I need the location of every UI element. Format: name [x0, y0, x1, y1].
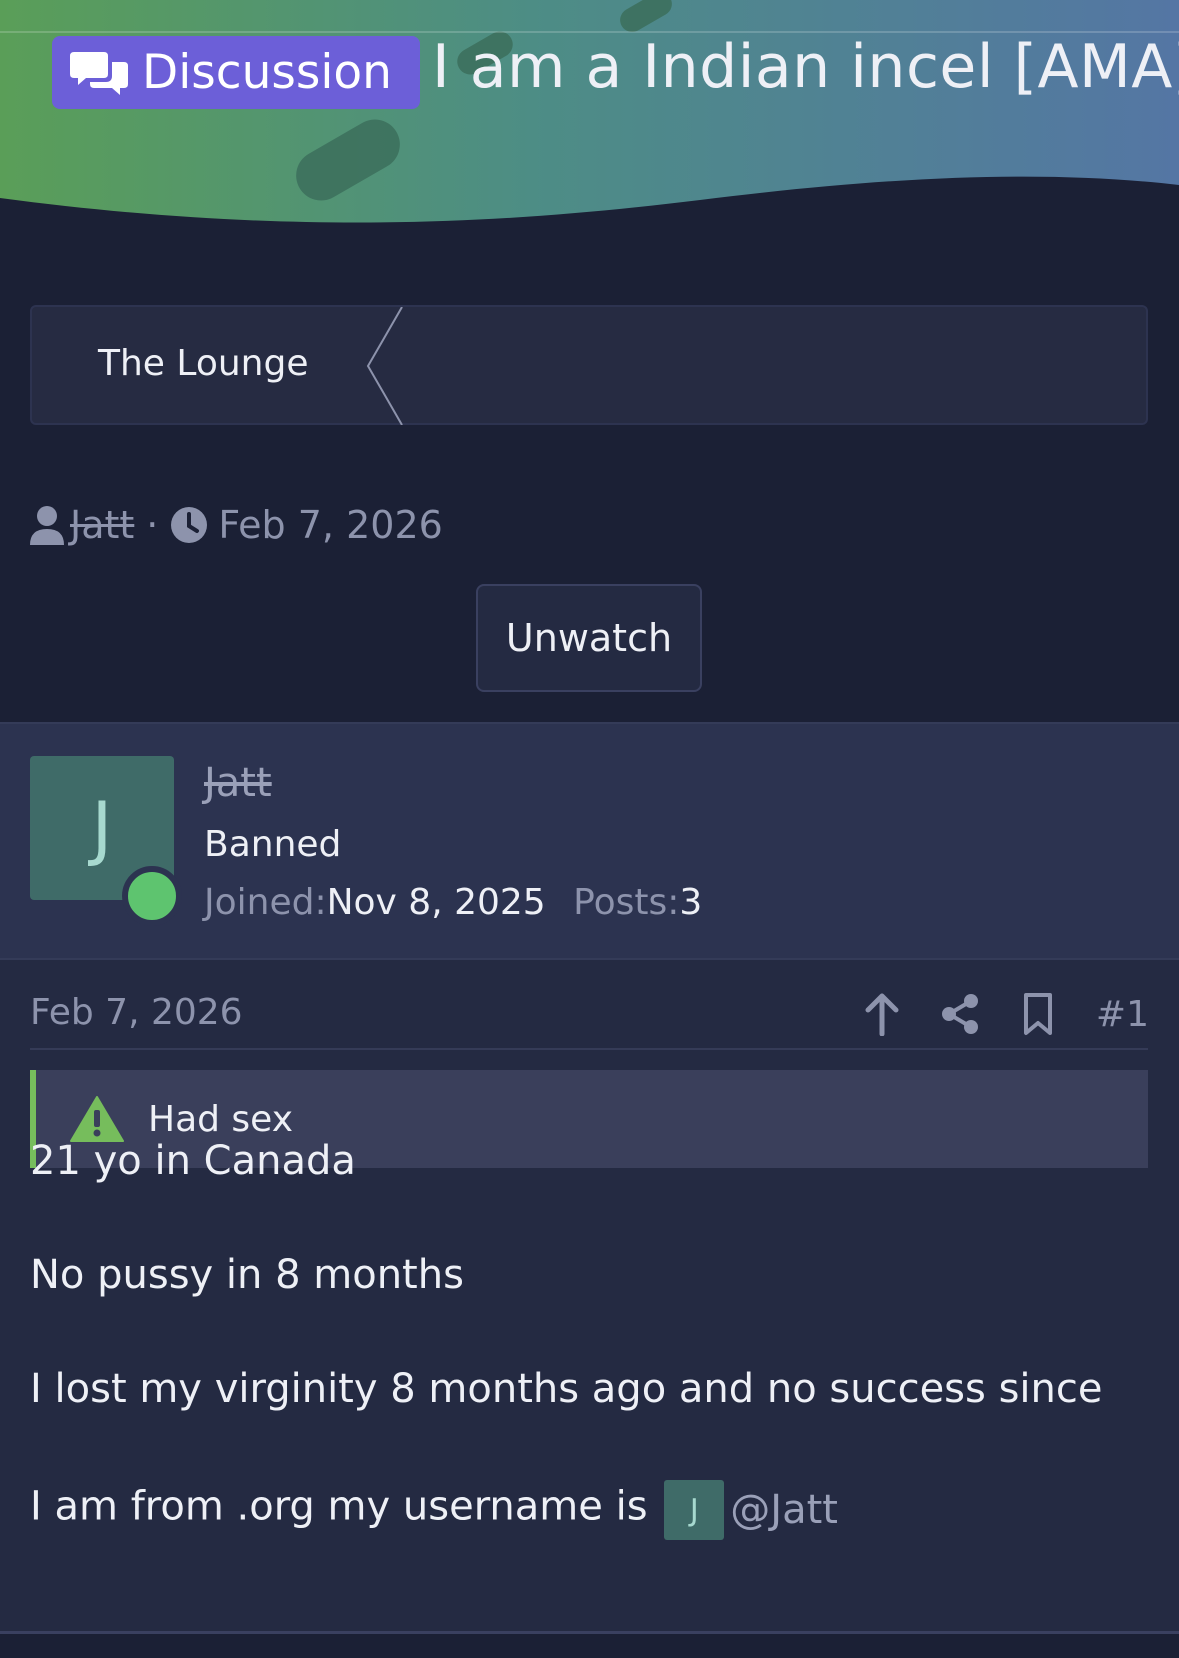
- thread-title: I am a Indian incel [AMA]: [432, 32, 1179, 102]
- posts-label: Posts:: [573, 882, 680, 923]
- post-username[interactable]: Jatt: [204, 760, 272, 806]
- warning-icon: [70, 1096, 124, 1142]
- post-paragraph: No pussy in 8 months: [30, 1252, 464, 1298]
- post-date[interactable]: Feb 7, 2026: [30, 992, 243, 1033]
- joined-label: Joined:: [204, 882, 327, 923]
- post-actions: #1: [862, 992, 1149, 1036]
- user-title: Banned: [204, 824, 342, 865]
- unwatch-button[interactable]: Unwatch: [476, 584, 702, 692]
- post-paragraph: 21 yo in Canada: [30, 1138, 356, 1184]
- user-mention-link[interactable]: J @Jatt: [660, 1480, 838, 1540]
- post-paragraph-last: I am from .org my username is J @Jatt: [30, 1480, 838, 1540]
- online-status-indicator: [122, 866, 182, 926]
- thread-prefix-label: Discussion: [142, 45, 392, 100]
- post-paragraph: I lost my virginity 8 months ago and no …: [30, 1366, 1103, 1412]
- comments-icon: [70, 51, 128, 95]
- post-bottom-border: [0, 1631, 1179, 1634]
- post-body: Feb 7, 2026 #1 Had sex 21 yo in Canada N…: [0, 960, 1179, 1634]
- thread-author-link[interactable]: Jatt: [70, 503, 134, 547]
- clock-icon: [171, 507, 208, 543]
- breadcrumb-item-the-lounge[interactable]: The Lounge: [98, 343, 308, 384]
- avatar-letter: J: [91, 787, 113, 869]
- upvote-icon[interactable]: [862, 992, 902, 1036]
- posts-value[interactable]: 3: [679, 882, 702, 923]
- mention-username: @Jatt: [730, 1487, 838, 1533]
- thread-prefix-badge[interactable]: Discussion: [52, 36, 420, 109]
- share-icon[interactable]: [940, 992, 980, 1036]
- user-icon: [30, 506, 64, 545]
- bookmark-icon[interactable]: [1018, 992, 1058, 1036]
- thread-meta: Jatt · Feb 7, 2026: [30, 503, 443, 547]
- user-stats: Joined:Nov 8, 2025 Posts:3: [204, 882, 718, 923]
- chevron-separator-icon: [366, 307, 403, 425]
- mention-avatar: J: [664, 1480, 725, 1540]
- post-paragraph-text: I am from .org my username is: [30, 1483, 648, 1530]
- post-user-info: J Jatt Banned Joined:Nov 8, 2025 Posts:3: [0, 722, 1179, 960]
- prefix-notice-text: Had sex: [148, 1098, 294, 1140]
- thread-date[interactable]: Feb 7, 2026: [218, 503, 442, 547]
- meta-separator: ·: [146, 503, 159, 547]
- post-header-divider: [30, 1048, 1148, 1050]
- joined-value: Nov 8, 2025: [326, 882, 546, 923]
- post-number-link[interactable]: #1: [1096, 994, 1149, 1035]
- breadcrumb: The Lounge: [30, 305, 1148, 425]
